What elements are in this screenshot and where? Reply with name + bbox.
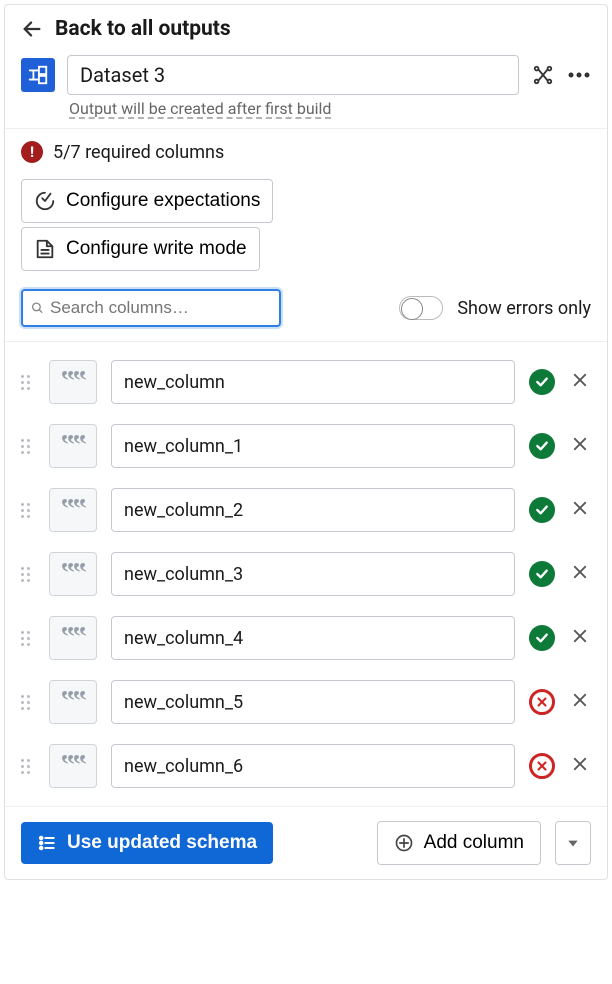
- configure-write-mode-button[interactable]: Configure write mode: [21, 227, 260, 271]
- column-type-chip[interactable]: ‟‟: [49, 424, 97, 468]
- status-ok-icon: [529, 433, 555, 459]
- column-name-input[interactable]: new_column: [111, 360, 515, 404]
- column-type-chip[interactable]: ‟‟: [49, 360, 97, 404]
- string-type-icon: ‟‟: [61, 368, 85, 396]
- column-row: ‟‟ new_column_2: [5, 478, 607, 542]
- alert-icon: !: [21, 141, 43, 163]
- column-type-chip[interactable]: ‟‟: [49, 744, 97, 788]
- drag-handle-icon[interactable]: [21, 759, 35, 774]
- column-type-chip[interactable]: ‟‟: [49, 552, 97, 596]
- column-row: ‟‟ new_column_6: [5, 734, 607, 798]
- column-name-value: new_column_2: [124, 500, 243, 521]
- configure-expectations-label: Configure expectations: [66, 190, 260, 212]
- column-row: ‟‟ new_column: [5, 350, 607, 414]
- search-icon: [31, 299, 44, 317]
- column-row: ‟‟ new_column_1: [5, 414, 607, 478]
- output-note[interactable]: Output will be created after first build: [5, 95, 607, 129]
- column-row: ‟‟ new_column_3: [5, 542, 607, 606]
- add-column-label: Add column: [424, 832, 524, 854]
- drag-handle-icon[interactable]: [21, 375, 35, 390]
- configure-expectations-button[interactable]: Configure expectations: [21, 179, 273, 223]
- remove-column-button[interactable]: [569, 562, 591, 587]
- status-ok-icon: [529, 561, 555, 587]
- remove-column-button[interactable]: [569, 434, 591, 459]
- more-icon[interactable]: [567, 63, 591, 87]
- remove-column-button[interactable]: [569, 754, 591, 779]
- status-ok-icon: [529, 497, 555, 523]
- column-name-input[interactable]: new_column_4: [111, 616, 515, 660]
- back-label: Back to all outputs: [55, 17, 231, 41]
- use-updated-schema-label: Use updated schema: [67, 832, 257, 854]
- branch-icon[interactable]: [531, 63, 555, 87]
- document-icon: [34, 238, 56, 260]
- column-type-chip[interactable]: ‟‟: [49, 488, 97, 532]
- string-type-icon: ‟‟: [61, 752, 85, 780]
- drag-handle-icon[interactable]: [21, 567, 35, 582]
- column-name-value: new_column: [124, 372, 225, 393]
- column-type-chip[interactable]: ‟‟: [49, 616, 97, 660]
- search-field[interactable]: [50, 298, 271, 318]
- status-error-icon: [529, 753, 555, 779]
- plus-circle-icon: [394, 833, 414, 853]
- remove-column-button[interactable]: [569, 690, 591, 715]
- column-name-value: new_column_3: [124, 564, 243, 585]
- column-type-chip[interactable]: ‟‟: [49, 680, 97, 724]
- dataset-title-value: Dataset 3: [80, 63, 165, 87]
- list-icon: [37, 833, 57, 853]
- target-icon: [34, 190, 56, 212]
- column-name-input[interactable]: new_column_1: [111, 424, 515, 468]
- dataset-title-input[interactable]: Dataset 3: [67, 55, 519, 95]
- column-row: ‟‟ new_column_4: [5, 606, 607, 670]
- column-name-input[interactable]: new_column_5: [111, 680, 515, 724]
- back-row[interactable]: Back to all outputs: [5, 5, 607, 51]
- drag-handle-icon[interactable]: [21, 503, 35, 518]
- column-name-value: new_column_1: [124, 436, 243, 457]
- required-columns-warning: ! 5/7 required columns: [5, 129, 607, 175]
- drag-handle-icon[interactable]: [21, 695, 35, 710]
- column-name-value: new_column_5: [124, 692, 243, 713]
- caret-down-icon: [566, 836, 580, 850]
- dataset-icon: [21, 58, 55, 92]
- string-type-icon: ‟‟: [61, 624, 85, 652]
- string-type-icon: ‟‟: [61, 496, 85, 524]
- column-name-input[interactable]: new_column_6: [111, 744, 515, 788]
- string-type-icon: ‟‟: [61, 432, 85, 460]
- columns-list: ‟‟ new_column ‟‟ new_column_1 ‟‟ new_column_2…: [5, 342, 607, 807]
- configure-write-mode-label: Configure write mode: [66, 238, 247, 260]
- status-ok-icon: [529, 625, 555, 651]
- required-columns-text: 5/7 required columns: [53, 142, 224, 163]
- show-errors-toggle[interactable]: [399, 296, 443, 320]
- remove-column-button[interactable]: [569, 370, 591, 395]
- column-row: ‟‟ new_column_5: [5, 670, 607, 734]
- use-updated-schema-button[interactable]: Use updated schema: [21, 822, 273, 864]
- output-config-panel: Back to all outputs Dataset 3 Output wil…: [4, 4, 608, 880]
- remove-column-button[interactable]: [569, 626, 591, 651]
- string-type-icon: ‟‟: [61, 688, 85, 716]
- arrow-left-icon: [21, 18, 43, 40]
- show-errors-label: Show errors only: [457, 298, 591, 319]
- add-column-dropdown[interactable]: [555, 821, 591, 865]
- status-ok-icon: [529, 369, 555, 395]
- remove-column-button[interactable]: [569, 498, 591, 523]
- drag-handle-icon[interactable]: [21, 439, 35, 454]
- column-name-value: new_column_6: [124, 756, 243, 777]
- search-columns-input[interactable]: [21, 289, 281, 327]
- column-name-value: new_column_4: [124, 628, 243, 649]
- status-error-icon: [529, 689, 555, 715]
- column-name-input[interactable]: new_column_2: [111, 488, 515, 532]
- column-name-input[interactable]: new_column_3: [111, 552, 515, 596]
- drag-handle-icon[interactable]: [21, 631, 35, 646]
- string-type-icon: ‟‟: [61, 560, 85, 588]
- add-column-button[interactable]: Add column: [377, 821, 541, 865]
